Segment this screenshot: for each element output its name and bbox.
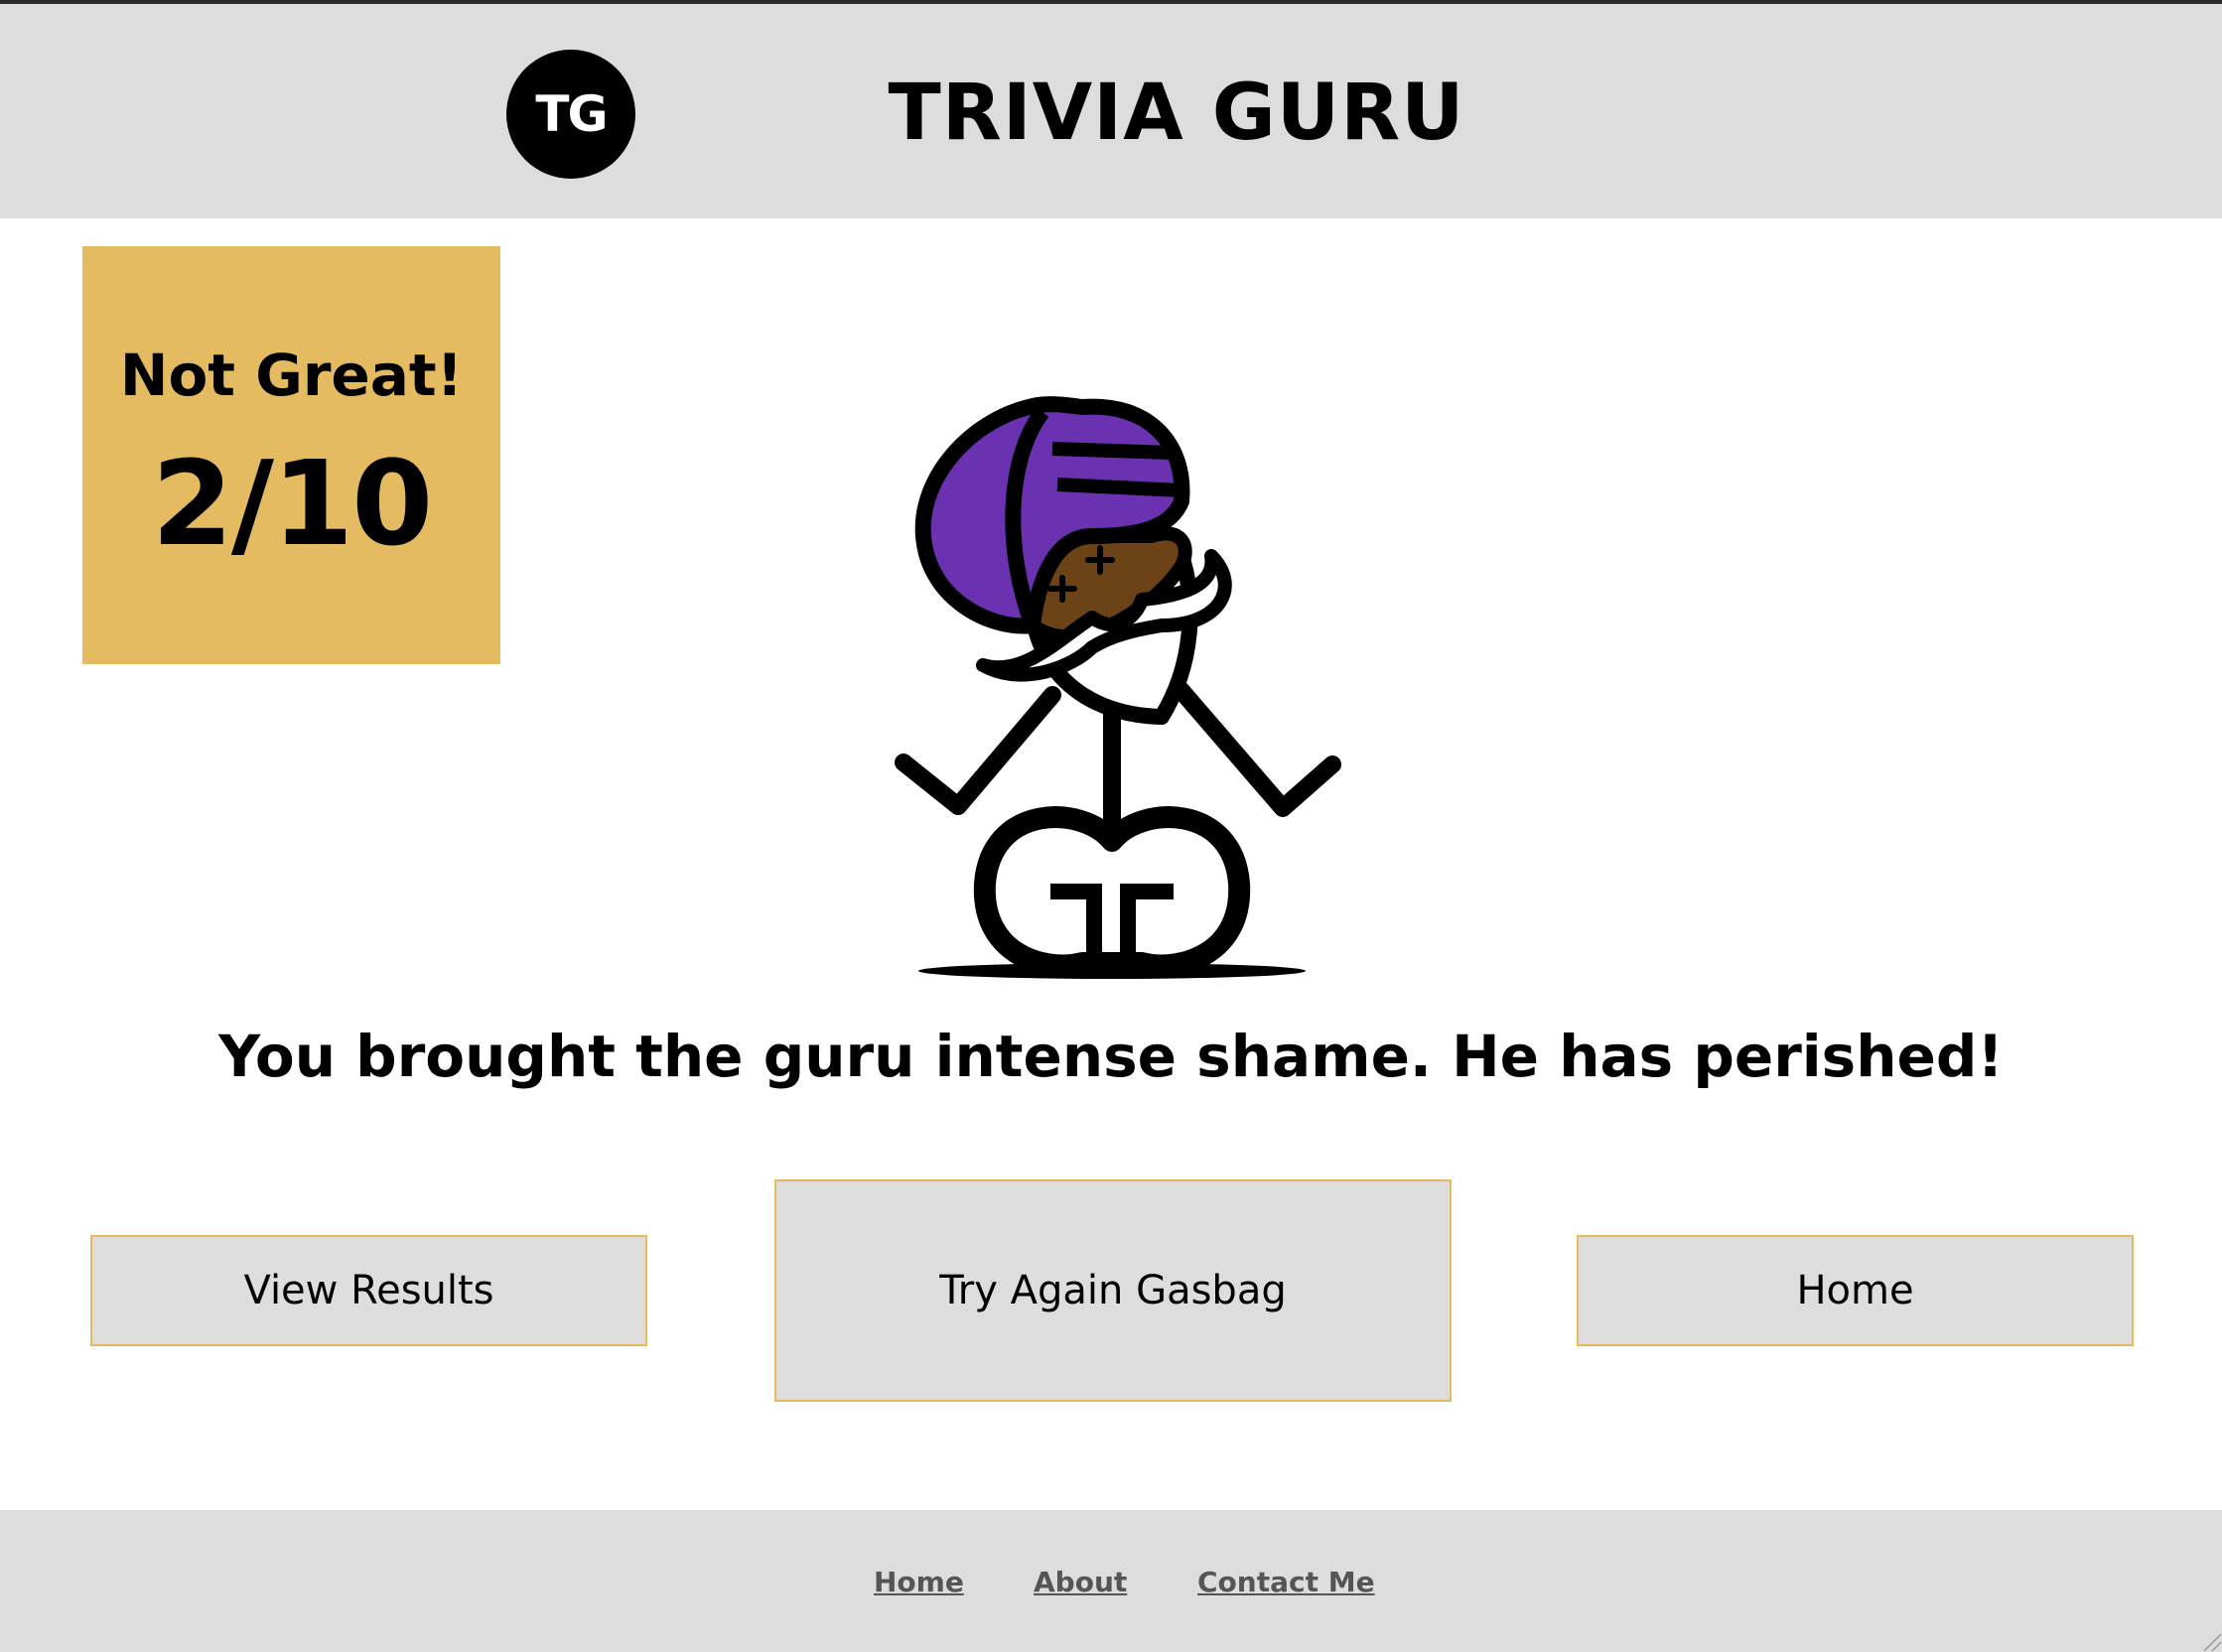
- view-results-button[interactable]: View Results: [90, 1235, 647, 1346]
- dead-guru-icon: [895, 396, 1341, 979]
- result-message: You brought the guru intense shame. He h…: [218, 1023, 2004, 1090]
- footer-link-contact[interactable]: Contact Me: [1197, 1566, 1375, 1598]
- site-title: TRIVIA GURU: [888, 69, 1465, 158]
- footer-link-home[interactable]: Home: [874, 1566, 964, 1598]
- home-button[interactable]: Home: [1577, 1235, 2134, 1346]
- score-card: Not Great! 2/10: [82, 246, 500, 664]
- try-again-button[interactable]: Try Again Gasbag: [774, 1179, 1452, 1402]
- resize-grip-icon[interactable]: [2200, 1630, 2222, 1652]
- site-logo[interactable]: TG: [506, 50, 635, 179]
- site-footer: Home About Contact Me: [0, 1510, 2222, 1652]
- site-header: TG TRIVIA GURU: [0, 4, 2222, 218]
- score-value: 2/10: [151, 435, 433, 572]
- score-rating-label: Not Great!: [119, 342, 464, 409]
- footer-link-about[interactable]: About: [1034, 1566, 1127, 1598]
